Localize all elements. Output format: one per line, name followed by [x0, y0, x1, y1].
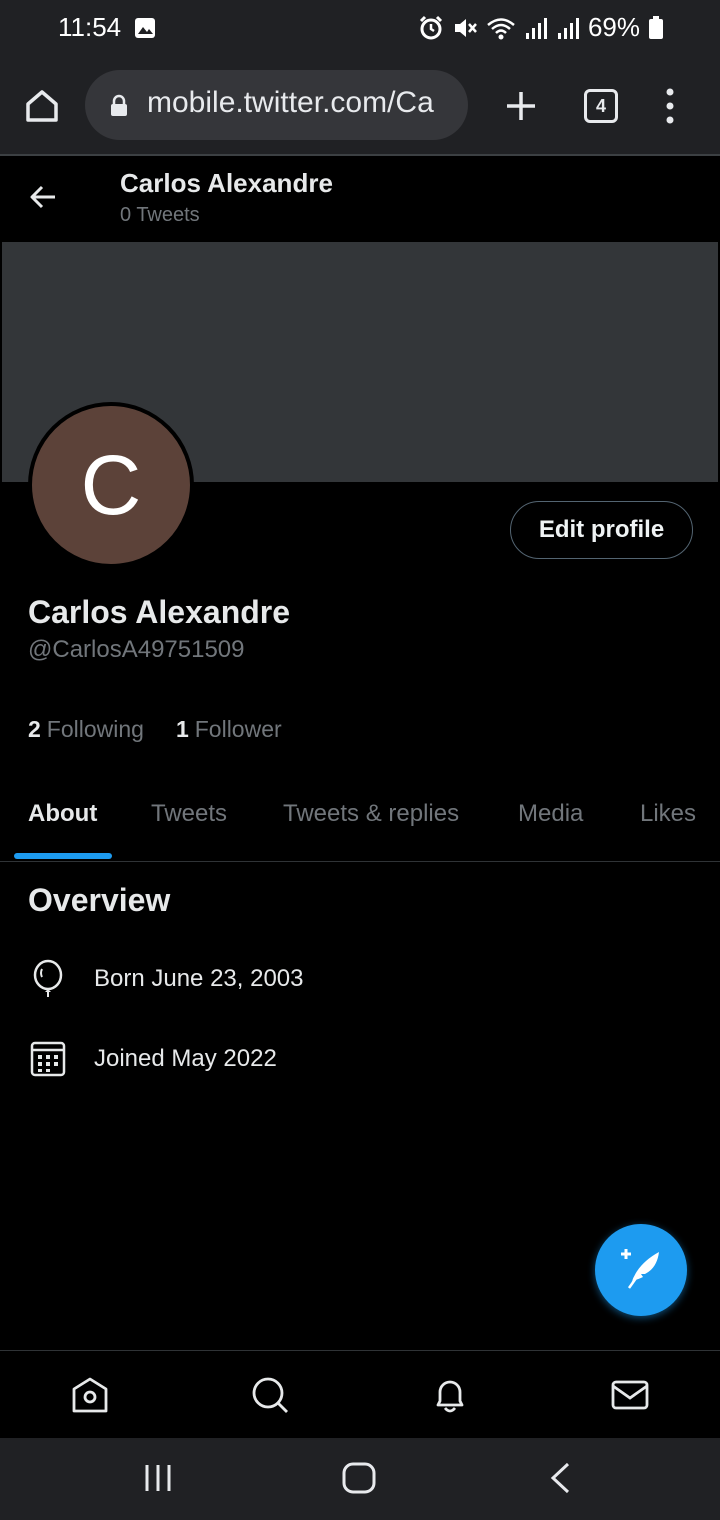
system-home-icon[interactable] — [341, 1462, 377, 1499]
status-time: 11:54 — [58, 12, 122, 42]
profile-name: Carlos Alexandre — [28, 594, 291, 630]
alarm-icon — [418, 15, 444, 41]
tab-switcher-button[interactable]: 4 — [584, 89, 618, 123]
home-nav-icon[interactable] — [70, 1375, 110, 1415]
birthday-text: Born June 23, 2003 — [94, 965, 304, 992]
overview-heading: Overview — [28, 882, 171, 918]
image-notification-icon — [134, 17, 156, 39]
bottom-navigation — [0, 1350, 720, 1438]
header-tweet-count: 0 Tweets — [120, 204, 200, 226]
wifi-icon — [486, 15, 516, 41]
compose-feather-icon — [617, 1244, 665, 1297]
url-bar[interactable]: mobile.twitter.com/Ca — [85, 70, 468, 140]
edit-profile-button[interactable]: Edit profile — [510, 501, 693, 559]
signal-icon-2 — [556, 15, 580, 41]
followers-label: Follower — [194, 716, 282, 742]
tab-media[interactable]: Media — [518, 800, 583, 828]
follow-stats: 2 Following 1 Follower — [28, 716, 282, 743]
tab-about[interactable]: About — [28, 800, 97, 828]
lock-icon — [109, 94, 129, 123]
mute-icon — [452, 15, 478, 41]
recent-apps-icon[interactable] — [143, 1462, 175, 1499]
joined-row: Joined May 2022 — [28, 1039, 277, 1079]
search-nav-icon[interactable] — [250, 1375, 290, 1415]
compose-tweet-button[interactable] — [595, 1224, 687, 1316]
status-bar: 11:54 69% — [0, 0, 720, 56]
messages-mail-icon[interactable] — [610, 1375, 650, 1415]
balloon-icon — [28, 959, 68, 999]
calendar-icon — [28, 1039, 68, 1079]
new-tab-icon[interactable] — [503, 88, 539, 129]
url-text: mobile.twitter.com/Ca — [147, 86, 434, 119]
signal-icon — [524, 15, 548, 41]
followers-link[interactable]: 1 Follower — [176, 716, 282, 743]
header-name: Carlos Alexandre — [120, 168, 333, 198]
avatar-letter: C — [80, 438, 142, 532]
home-icon[interactable] — [22, 86, 62, 126]
system-navigation-bar — [0, 1438, 720, 1520]
status-icons: 69% — [418, 12, 664, 43]
tab-tweets[interactable]: Tweets — [151, 800, 227, 828]
system-back-icon[interactable] — [548, 1462, 572, 1499]
followers-count: 1 — [175, 716, 189, 742]
active-tab-indicator — [14, 853, 112, 859]
profile-tabs: About Tweets Tweets & replies Media Like… — [0, 780, 720, 862]
profile-header: Carlos Alexandre 0 Tweets — [0, 158, 720, 242]
tab-likes[interactable]: Likes — [640, 800, 696, 828]
following-count: 2 — [28, 716, 41, 742]
more-menu-icon[interactable] — [660, 86, 680, 131]
battery-icon — [648, 15, 664, 41]
tab-tweets-replies[interactable]: Tweets & replies — [283, 800, 459, 828]
following-link[interactable]: 2 Following — [28, 716, 144, 743]
profile-handle: @CarlosA49751509 — [28, 636, 245, 663]
avatar[interactable]: C — [28, 402, 194, 568]
birthday-row: Born June 23, 2003 — [28, 959, 304, 999]
notifications-bell-icon[interactable] — [430, 1375, 470, 1415]
joined-text: Joined May 2022 — [94, 1045, 277, 1072]
following-label: Following — [46, 716, 144, 742]
battery-percent: 69% — [587, 12, 640, 42]
back-arrow-icon[interactable] — [28, 182, 58, 217]
browser-toolbar: mobile.twitter.com/Ca 4 — [0, 56, 720, 156]
